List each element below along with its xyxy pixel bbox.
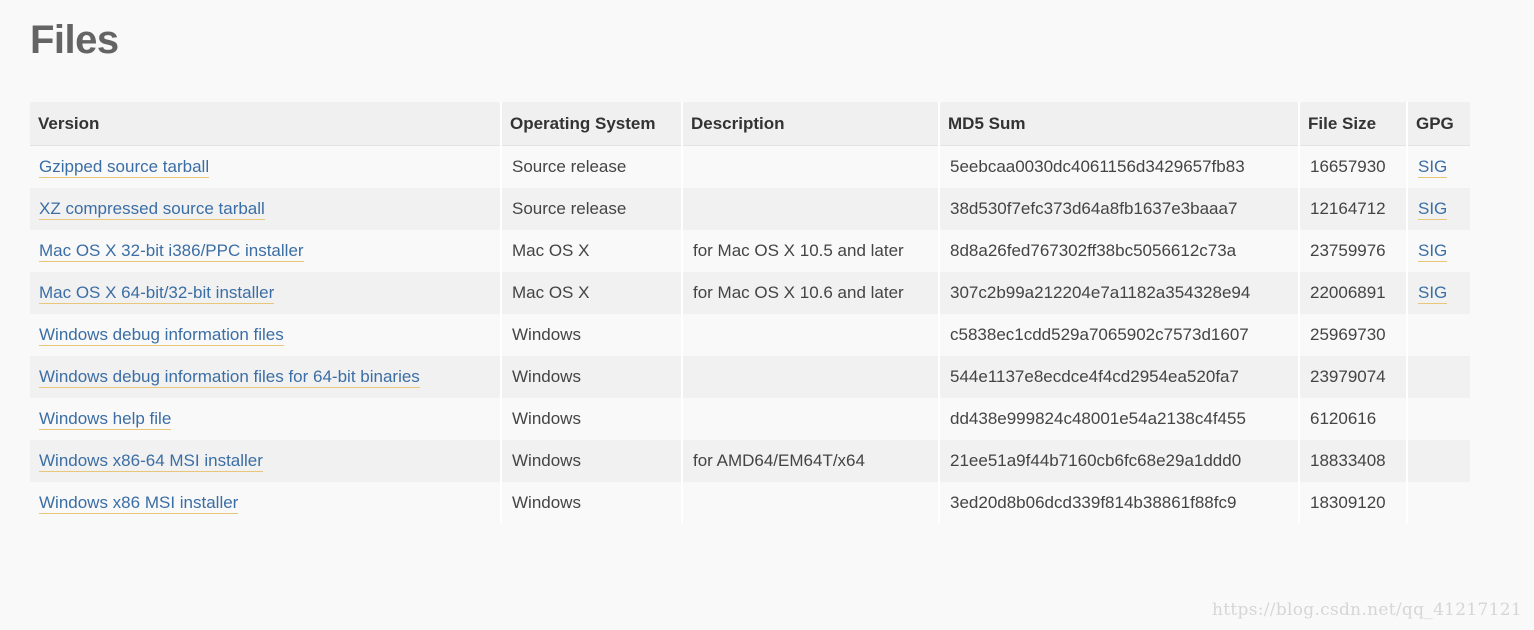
description-cell <box>681 356 939 398</box>
md5-cell: dd438e999824c48001e54a2138c4f455 <box>938 398 1299 440</box>
md5-cell: 307c2b99a212204e7a1182a354328e94 <box>938 272 1299 314</box>
version-cell: Windows debug information files <box>30 314 501 356</box>
table-row: Windows debug information files for 64-b… <box>30 356 1470 398</box>
gpg-cell <box>1406 398 1470 440</box>
table-row: Windows debug information files Windows … <box>30 314 1470 356</box>
version-link[interactable]: Windows x86-64 MSI installer <box>39 451 263 472</box>
table-header: Version Operating System Description MD5… <box>30 102 1470 146</box>
table-body: Gzipped source tarball Source release 5e… <box>30 145 1470 524</box>
version-cell: Mac OS X 64-bit/32-bit installer <box>30 272 501 314</box>
gpg-cell: SIG <box>1406 145 1470 188</box>
size-cell: 22006891 <box>1298 272 1407 314</box>
version-link[interactable]: Windows debug information files <box>39 325 284 346</box>
table-row: Windows x86-64 MSI installer Windows for… <box>30 440 1470 482</box>
files-table: Version Operating System Description MD5… <box>30 102 1470 524</box>
gpg-sig-link[interactable]: SIG <box>1418 283 1448 304</box>
os-cell: Windows <box>500 440 682 482</box>
header-operating-system: Operating System <box>500 102 682 146</box>
md5-cell: 8d8a26fed767302ff38bc5056612c73a <box>938 230 1299 272</box>
page: Files Version Operating System Descripti… <box>0 0 1534 630</box>
version-link[interactable]: Gzipped source tarball <box>39 157 210 178</box>
gpg-sig-link[interactable]: SIG <box>1418 199 1448 220</box>
md5-cell: 5eebcaa0030dc4061156d3429657fb83 <box>938 145 1299 188</box>
header-file-size: File Size <box>1298 102 1407 146</box>
md5-cell: 21ee51a9f44b7160cb6fc68e29a1ddd0 <box>938 440 1299 482</box>
description-cell: for AMD64/EM64T/x64 <box>681 440 939 482</box>
os-cell: Source release <box>500 188 682 230</box>
description-cell <box>681 482 939 524</box>
gpg-cell: SIG <box>1406 188 1470 230</box>
md5-cell: 544e1137e8ecdce4f4cd2954ea520fa7 <box>938 356 1299 398</box>
gpg-cell <box>1406 482 1470 524</box>
md5-cell: 38d530f7efc373d64a8fb1637e3baaa7 <box>938 188 1299 230</box>
os-cell: Windows <box>500 356 682 398</box>
os-cell: Mac OS X <box>500 230 682 272</box>
version-link[interactable]: Windows x86 MSI installer <box>39 493 239 514</box>
description-cell: for Mac OS X 10.6 and later <box>681 272 939 314</box>
table-row: Windows help file Windows dd438e999824c4… <box>30 398 1470 440</box>
size-cell: 23979074 <box>1298 356 1407 398</box>
version-cell: Windows x86 MSI installer <box>30 482 501 524</box>
os-cell: Windows <box>500 314 682 356</box>
table-row: Mac OS X 32-bit i386/PPC installer Mac O… <box>30 230 1470 272</box>
os-cell: Windows <box>500 398 682 440</box>
os-cell: Mac OS X <box>500 272 682 314</box>
version-link[interactable]: Windows debug information files for 64-b… <box>39 367 420 388</box>
md5-cell: c5838ec1cdd529a7065902c7573d1607 <box>938 314 1299 356</box>
description-cell <box>681 314 939 356</box>
version-link[interactable]: Windows help file <box>39 409 172 430</box>
header-md5-sum: MD5 Sum <box>938 102 1299 146</box>
version-cell: Windows x86-64 MSI installer <box>30 440 501 482</box>
description-cell <box>681 145 939 188</box>
os-cell: Windows <box>500 482 682 524</box>
header-description: Description <box>681 102 939 146</box>
gpg-sig-link[interactable]: SIG <box>1418 241 1448 262</box>
header-version: Version <box>30 102 501 146</box>
version-cell: Windows debug information files for 64-b… <box>30 356 501 398</box>
description-cell: for Mac OS X 10.5 and later <box>681 230 939 272</box>
size-cell: 23759976 <box>1298 230 1407 272</box>
md5-cell: 3ed20d8b06dcd339f814b38861f88fc9 <box>938 482 1299 524</box>
gpg-sig-link[interactable]: SIG <box>1418 157 1448 178</box>
os-cell: Source release <box>500 145 682 188</box>
version-cell: Mac OS X 32-bit i386/PPC installer <box>30 230 501 272</box>
table-row: Gzipped source tarball Source release 5e… <box>30 145 1470 188</box>
gpg-cell: SIG <box>1406 272 1470 314</box>
page-title: Files <box>30 18 119 62</box>
watermark: https://blog.csdn.net/qq_41217121 <box>1212 600 1522 620</box>
header-gpg: GPG <box>1406 102 1470 146</box>
size-cell: 16657930 <box>1298 145 1407 188</box>
size-cell: 25969730 <box>1298 314 1407 356</box>
version-link[interactable]: Mac OS X 32-bit i386/PPC installer <box>39 241 304 262</box>
size-cell: 6120616 <box>1298 398 1407 440</box>
table-row: Windows x86 MSI installer Windows 3ed20d… <box>30 482 1470 524</box>
version-cell: XZ compressed source tarball <box>30 188 501 230</box>
version-link[interactable]: XZ compressed source tarball <box>39 199 265 220</box>
gpg-cell <box>1406 314 1470 356</box>
table-header-row: Version Operating System Description MD5… <box>30 102 1470 146</box>
version-link[interactable]: Mac OS X 64-bit/32-bit installer <box>39 283 275 304</box>
gpg-cell <box>1406 440 1470 482</box>
table-row: Mac OS X 64-bit/32-bit installer Mac OS … <box>30 272 1470 314</box>
size-cell: 18309120 <box>1298 482 1407 524</box>
size-cell: 12164712 <box>1298 188 1407 230</box>
gpg-cell: SIG <box>1406 230 1470 272</box>
size-cell: 18833408 <box>1298 440 1407 482</box>
description-cell <box>681 398 939 440</box>
version-cell: Windows help file <box>30 398 501 440</box>
table-row: XZ compressed source tarball Source rele… <box>30 188 1470 230</box>
gpg-cell <box>1406 356 1470 398</box>
version-cell: Gzipped source tarball <box>30 145 501 188</box>
description-cell <box>681 188 939 230</box>
